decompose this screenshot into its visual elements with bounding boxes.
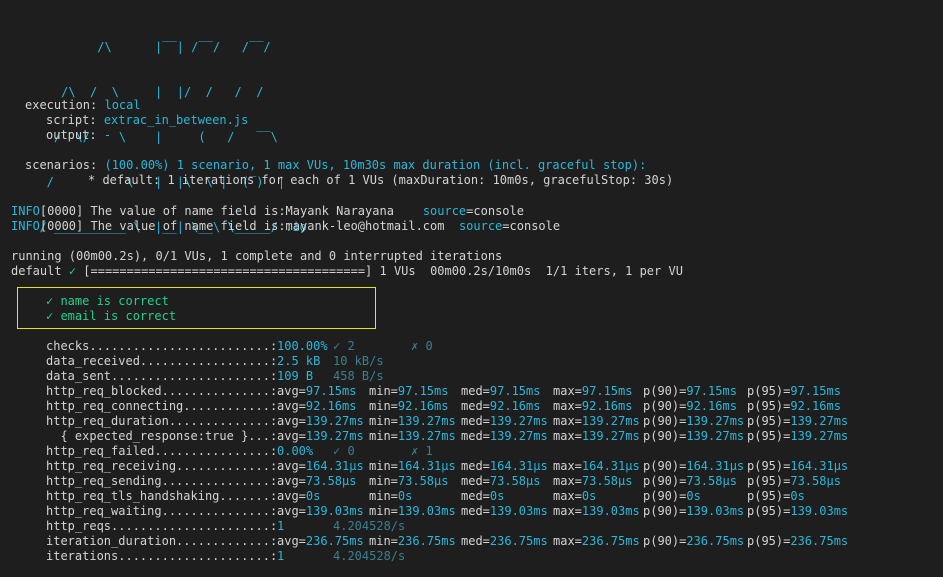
metric-trend-value: med=97.15ms: [461, 384, 541, 398]
metric-trend-value: avg=139.27ms: [277, 429, 364, 443]
metric-trend-value: p(90)=236.75ms: [643, 534, 745, 548]
metric-trend-value: max=97.15ms: [553, 384, 633, 398]
metric-value: 109 B: [277, 369, 314, 383]
metric-trend-value: avg=0s: [277, 489, 321, 503]
metric-trend-value: med=139.03ms: [461, 504, 548, 518]
running-status: running (00m00.2s), 0/1 VUs, 1 complete …: [11, 249, 503, 263]
metric-rate-value: ✗ 0: [411, 339, 433, 353]
metric-trend-value: max=139.03ms: [553, 504, 640, 518]
metric-name: http_req_sending...............:: [46, 474, 278, 488]
metric-value: 2.5 kB: [277, 354, 321, 368]
metric-value: 1: [277, 519, 285, 533]
metric-trend-value: avg=139.27ms: [277, 414, 364, 428]
metric-trend-value: max=73.58µs: [553, 474, 633, 488]
metric-trend-value: avg=97.15ms: [277, 384, 357, 398]
metric-rate-value: ✓ 2: [333, 339, 355, 353]
scenarios-line: scenarios: (100.00%) 1 scenario, 1 max V…: [25, 158, 647, 172]
scenario-detail: * default: 1 iterations for each of 1 VU…: [88, 173, 674, 187]
metric-trend-value: p(95)=164.31µs: [747, 459, 849, 473]
metric-trend-value: med=92.16ms: [461, 399, 541, 413]
log-line: INFO[0000] The value of name field is:ma…: [11, 219, 561, 233]
metric-trend-value: p(95)=73.58µs: [747, 474, 841, 488]
metric-rate-value: 100.00%: [277, 339, 328, 353]
metric-rate: 4.204528/s: [333, 519, 406, 533]
metric-name: http_req_duration..............:: [46, 414, 278, 428]
metric-trend-value: p(90)=139.03ms: [643, 504, 745, 518]
metric-trend-value: min=139.27ms: [369, 414, 456, 428]
metric-trend-value: min=139.27ms: [369, 429, 456, 443]
metric-trend-value: p(95)=97.15ms: [747, 384, 841, 398]
metric-trend-value: p(90)=92.16ms: [643, 399, 737, 413]
metric-trend-value: med=73.58µs: [461, 474, 541, 488]
metric-trend-value: avg=139.03ms: [277, 504, 364, 518]
metric-trend-value: p(95)=139.03ms: [747, 504, 849, 518]
metric-trend-value: min=73.58µs: [369, 474, 449, 488]
progress-line: default ✓ [=============================…: [11, 264, 683, 278]
script-line: script: extrac_in_between.js: [46, 113, 249, 127]
metric-trend-value: max=139.27ms: [553, 429, 640, 443]
metric-trend-value: min=236.75ms: [369, 534, 456, 548]
log-line: INFO[0000] The value of name field is:Ma…: [11, 204, 524, 218]
metric-trend-value: med=0s: [461, 489, 505, 503]
metric-trend-value: max=0s: [553, 489, 597, 503]
metric-trend-value: p(90)=97.15ms: [643, 384, 737, 398]
metric-trend-value: med=139.27ms: [461, 429, 548, 443]
output-line: output: -: [46, 128, 112, 142]
metric-name: iteration_duration.............:: [46, 534, 278, 548]
metric-name: http_req_connecting............:: [46, 399, 278, 413]
metric-trend-value: min=0s: [369, 489, 413, 503]
metric-trend-value: med=139.27ms: [461, 414, 548, 428]
metric-rate: 10 kB/s: [333, 354, 384, 368]
metric-name: http_req_failed................:: [46, 444, 278, 458]
metric-rate-value: 0.00%: [277, 444, 314, 458]
metric-name: data_sent......................:: [46, 369, 278, 383]
metric-trend-value: p(90)=164.31µs: [643, 459, 745, 473]
metric-rate-value: ✓ 0: [333, 444, 355, 458]
metric-trend-value: max=236.75ms: [553, 534, 640, 548]
metric-trend-value: p(90)=139.27ms: [643, 429, 745, 443]
metric-name: http_req_tls_handshaking.......:: [46, 489, 278, 503]
metric-trend-value: med=236.75ms: [461, 534, 548, 548]
metric-trend-value: p(95)=139.27ms: [747, 414, 849, 428]
execution-line: execution: local: [25, 98, 141, 112]
metric-name: checks.........................:: [46, 339, 278, 353]
metric-trend-value: max=139.27ms: [553, 414, 640, 428]
metric-name: http_req_receiving.............:: [46, 459, 278, 473]
metric-trend-value: p(95)=236.75ms: [747, 534, 849, 548]
terminal-window[interactable]: /\ |‾‾| /‾‾/ /‾‾/ /\ / \ | |/ / / / / \/…: [0, 0, 943, 577]
metric-rate-value: ✗ 1: [411, 444, 433, 458]
check-icon: ✓: [68, 264, 77, 278]
check-result: ✓ name is correct: [46, 294, 169, 308]
metric-trend-value: min=139.03ms: [369, 504, 456, 518]
metric-rate: 4.204528/s: [333, 549, 406, 563]
metric-rate: 458 B/s: [333, 369, 384, 383]
metric-trend-value: avg=236.75ms: [277, 534, 364, 548]
metric-value: 1: [277, 549, 285, 563]
metric-trend-value: max=92.16ms: [553, 399, 633, 413]
metric-name: iterations.....................:: [46, 549, 278, 563]
check-result: ✓ email is correct: [46, 309, 177, 323]
progress-bar: [======================================]: [83, 264, 373, 278]
metric-name: { expected_response:true }...:: [46, 429, 278, 443]
metric-name: http_req_blocked...............:: [46, 384, 278, 398]
metric-trend-value: med=164.31µs: [461, 459, 548, 473]
metric-name: http_req_waiting...............:: [46, 504, 278, 518]
logo-line: /\ |‾‾| /‾‾/ /‾‾/: [25, 40, 271, 54]
metric-trend-value: p(95)=0s: [747, 489, 805, 503]
metric-trend-value: min=92.16ms: [369, 399, 449, 413]
metric-trend-value: max=164.31µs: [553, 459, 640, 473]
metric-trend-value: avg=92.16ms: [277, 399, 357, 413]
metric-trend-value: min=164.31µs: [369, 459, 456, 473]
metric-trend-value: p(95)=92.16ms: [747, 399, 841, 413]
metric-trend-value: p(90)=139.27ms: [643, 414, 745, 428]
metric-trend-value: p(95)=139.27ms: [747, 429, 849, 443]
metric-name: http_reqs......................:: [46, 519, 278, 533]
metric-trend-value: p(90)=73.58µs: [643, 474, 737, 488]
metric-trend-value: avg=164.31µs: [277, 459, 364, 473]
metric-trend-value: p(90)=0s: [643, 489, 701, 503]
metric-name: data_received..................:: [46, 354, 278, 368]
metric-trend-value: min=97.15ms: [369, 384, 449, 398]
metric-trend-value: avg=73.58µs: [277, 474, 357, 488]
